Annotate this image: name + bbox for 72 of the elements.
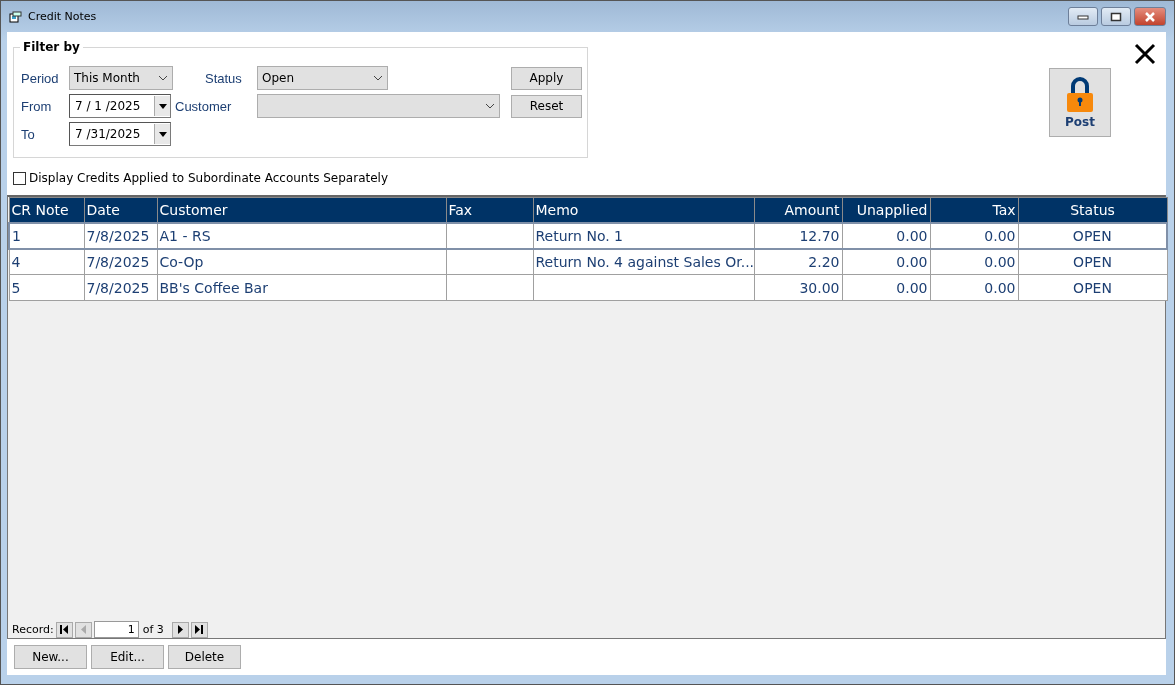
column-header[interactable]: Customer	[157, 197, 446, 223]
record-number-field[interactable]: 1	[93, 621, 139, 638]
maximize-button[interactable]	[1101, 7, 1131, 26]
table-cell: 2.20	[754, 248, 842, 275]
column-header[interactable]: Tax	[930, 197, 1018, 223]
field-label: Status	[205, 70, 243, 86]
last-arrow-icon	[194, 625, 204, 634]
prev-arrow-icon	[78, 625, 88, 634]
first-record-button[interactable]	[55, 621, 73, 638]
field-label: To	[21, 126, 36, 142]
table-cell: 1	[9, 222, 84, 249]
table-cell: OPEN	[1018, 222, 1167, 249]
table-cell: 5	[9, 274, 84, 301]
chevron-icon	[158, 75, 168, 81]
table-cell: BB's Coffee Bar	[157, 274, 446, 301]
column-header[interactable]: Fax	[446, 197, 533, 223]
date-field[interactable]: 7 /31/2025	[69, 122, 171, 146]
status-dropdown[interactable]: Open	[257, 66, 388, 90]
maximize-icon	[1110, 11, 1122, 22]
last-record-button[interactable]	[190, 621, 208, 638]
column-header[interactable]: Memo	[533, 197, 754, 223]
period-dropdown[interactable]: This Month	[69, 66, 173, 90]
column-header[interactable]: Status	[1018, 197, 1167, 223]
group-title: Filter by	[20, 40, 83, 54]
column-header[interactable]: Amount	[754, 197, 842, 223]
checkbox[interactable]	[13, 171, 26, 185]
table-cell: 4	[9, 248, 84, 275]
table-cell: Co-Op	[157, 248, 446, 275]
close-button[interactable]	[1134, 7, 1166, 26]
table-cell: 7/8/2025	[84, 274, 157, 301]
close-icon[interactable]	[1133, 42, 1157, 66]
table-cell: 30.00	[754, 274, 842, 301]
action-button[interactable]: New...	[14, 645, 87, 669]
post-button[interactable]: Post	[1049, 68, 1111, 137]
table-cell: OPEN	[1018, 248, 1167, 275]
table-cell: 0.00	[930, 274, 1018, 301]
checkbox-label: Display Credits Applied to Subordinate Accounts Separately	[29, 171, 388, 185]
record-label: Record:	[12, 623, 54, 636]
table-cell: 7/8/2025	[84, 222, 157, 249]
close-icon	[1144, 11, 1156, 22]
table-cell: OPEN	[1018, 274, 1167, 301]
minimize-icon	[1077, 13, 1089, 20]
chevron-icon	[485, 103, 495, 109]
table-cell: 0.00	[842, 274, 930, 301]
window-title: Credit Notes	[28, 10, 98, 23]
record-total: of 3	[142, 623, 164, 636]
field-label: Period	[21, 70, 60, 86]
field-label: From	[21, 98, 53, 114]
table-cell: 0.00	[842, 248, 930, 275]
table-cell: 0.00	[842, 222, 930, 249]
table-cell: 0.00	[930, 248, 1018, 275]
table-cell: A1 - RS	[157, 222, 446, 249]
reset-button[interactable]: Reset	[511, 94, 582, 118]
table-cell: 12.70	[754, 222, 842, 249]
action-button[interactable]: Edit...	[91, 645, 164, 669]
next-arrow-icon	[175, 625, 185, 634]
table-cell: Return No. 1	[533, 222, 754, 249]
column-header[interactable]: Date	[84, 197, 157, 223]
apply-button[interactable]: Apply	[511, 66, 582, 90]
column-header[interactable]: CR Note	[9, 197, 84, 223]
next-record-button[interactable]	[171, 621, 189, 638]
first-arrow-icon	[59, 625, 69, 634]
table-cell: 7/8/2025	[84, 248, 157, 275]
action-button[interactable]: Delete	[168, 645, 241, 669]
padlock-icon	[1066, 76, 1094, 113]
date-field[interactable]: 7 / 1 /2025	[69, 94, 171, 118]
column-header[interactable]: Unapplied	[842, 197, 930, 223]
chevron-icon	[373, 75, 383, 81]
field-label: Customer	[175, 98, 233, 114]
table-cell: 0.00	[930, 222, 1018, 249]
table-cell: Return No. 4 against Sales Or...	[533, 248, 754, 275]
app-icon	[9, 10, 22, 23]
